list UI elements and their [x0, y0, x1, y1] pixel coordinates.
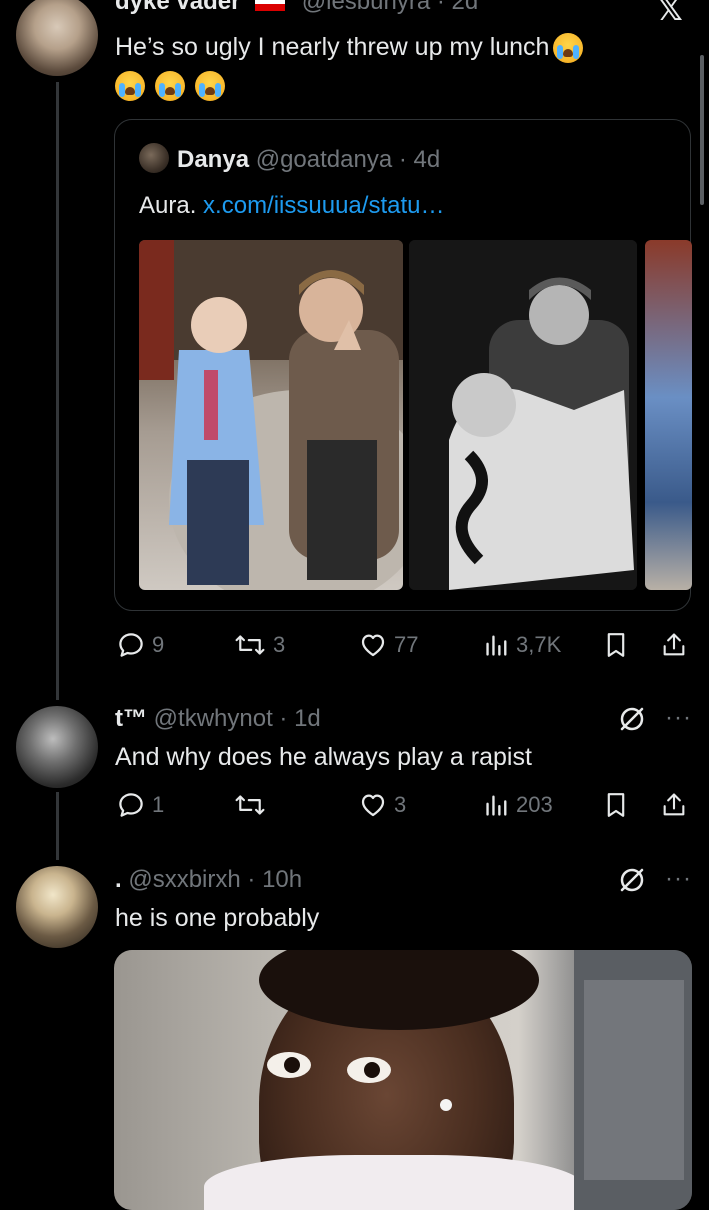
bookmark-button[interactable]: [604, 790, 628, 820]
grok-icon[interactable]: [617, 704, 647, 734]
post-text: He’s so ugly I nearly threw up my lunch: [115, 30, 685, 64]
loudly-crying-face-icon: [195, 71, 225, 101]
iran-flag-icon: [255, 0, 286, 11]
heart-icon: [361, 794, 385, 817]
post-actions: 9 3 77 3,7K: [0, 628, 709, 664]
quoted-post-card[interactable]: Danya @goatdanya · 4d Aura. x.com/iissuu…: [114, 119, 692, 611]
share-icon: [663, 633, 685, 656]
like-count: 3: [394, 792, 407, 817]
avatar[interactable]: [16, 0, 98, 76]
views-count: 203: [516, 792, 553, 817]
like-button[interactable]: 77: [358, 630, 418, 660]
analytics-icon: [486, 635, 507, 656]
reply-actions: 1 3 203: [0, 788, 709, 824]
share-button[interactable]: [660, 630, 688, 660]
more-options-icon[interactable]: ···: [665, 704, 692, 732]
reply-icon: [119, 793, 143, 817]
repost-count: 3: [273, 632, 286, 657]
handle[interactable]: @tkwhynot: [154, 705, 273, 732]
avatar[interactable]: [16, 706, 98, 788]
loudly-crying-face-icon: [155, 71, 185, 101]
loudly-crying-face-icon: [115, 71, 145, 101]
quote-body: Aura.: [139, 192, 197, 219]
repost-button[interactable]: [233, 790, 273, 820]
quote-link[interactable]: x.com/iissuuua/statu…: [203, 192, 444, 219]
views-button[interactable]: 203: [484, 790, 553, 820]
loudly-crying-face-icon: [553, 33, 584, 64]
avatar[interactable]: [16, 866, 98, 948]
display-name[interactable]: .: [115, 866, 122, 893]
thread-line: [56, 82, 59, 700]
more-options-icon[interactable]: ···: [665, 865, 692, 893]
media-photo-1[interactable]: [139, 240, 403, 590]
views-button[interactable]: 3,7K: [484, 630, 561, 660]
reply-button[interactable]: 9: [116, 630, 164, 660]
reply-header: t™ @tkwhynot · 1d: [115, 705, 321, 733]
analytics-icon: [486, 795, 507, 816]
grok-icon[interactable]: [617, 865, 647, 895]
reply-count: 1: [152, 792, 165, 817]
bookmark-icon: [607, 793, 625, 817]
scrollbar[interactable]: [700, 55, 704, 205]
emoji-row: [115, 71, 235, 101]
reply-text: he is one probably: [115, 904, 320, 932]
timestamp[interactable]: · 2d: [437, 0, 478, 15]
quote-display-name[interactable]: Danya: [177, 146, 249, 173]
quote-timestamp[interactable]: · 4d: [399, 146, 440, 173]
quote-text: Aura. x.com/iissuuua/statu…: [139, 192, 444, 220]
share-icon: [663, 793, 685, 816]
heart-icon: [361, 634, 385, 657]
post-header: dyke vader @lesbunyra · 2d: [115, 0, 478, 16]
like-button[interactable]: 3: [358, 790, 406, 820]
reply-header: . @sxxbirxh · 10h: [115, 866, 302, 894]
handle[interactable]: @lesbunyra: [302, 0, 430, 15]
reply-count: 9: [152, 632, 165, 657]
reply-icon: [119, 633, 143, 657]
reply-button[interactable]: 1: [116, 790, 164, 820]
repost-button[interactable]: 3: [233, 630, 285, 660]
like-count: 77: [394, 632, 419, 657]
bookmark-icon: [607, 633, 625, 657]
quote-header: Danya @goatdanya · 4d: [177, 146, 440, 174]
x-logo-icon[interactable]: 𝕏: [657, 0, 683, 28]
timestamp[interactable]: · 10h: [247, 866, 302, 893]
reaction-image[interactable]: [114, 950, 692, 1210]
handle[interactable]: @sxxbirxh: [128, 866, 240, 893]
bookmark-button[interactable]: [604, 630, 628, 660]
media-photo-2[interactable]: [409, 240, 637, 590]
timestamp[interactable]: · 1d: [279, 705, 320, 732]
repost-icon: [235, 795, 265, 815]
display-name[interactable]: dyke vader: [115, 0, 240, 15]
display-name[interactable]: t™: [115, 705, 147, 732]
media-photo-3[interactable]: [645, 240, 692, 590]
post-body: He’s so ugly I nearly threw up my lunch: [115, 33, 550, 61]
quote-avatar[interactable]: [139, 143, 169, 173]
share-button[interactable]: [660, 790, 688, 820]
reply-text: And why does he always play a rapist: [115, 743, 532, 771]
repost-icon: [235, 635, 265, 655]
meme-details: [259, 950, 692, 1210]
views-count: 3,7K: [516, 632, 562, 657]
quote-handle[interactable]: @goatdanya: [256, 146, 392, 173]
